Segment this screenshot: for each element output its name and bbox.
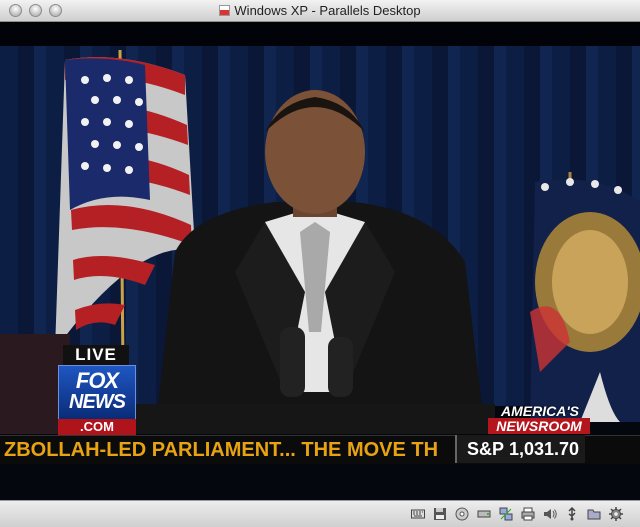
show-title-line1: AMERICA'S bbox=[501, 403, 579, 419]
stock-index-label: S&P bbox=[467, 439, 505, 459]
americas-newsroom-logo: AMERICA'S NEWSROOM bbox=[485, 403, 595, 435]
shared-folder-icon[interactable] bbox=[587, 507, 601, 521]
keyboard-icon[interactable] bbox=[411, 507, 425, 521]
printer-icon[interactable] bbox=[521, 507, 535, 521]
curtain-top-shadow bbox=[0, 22, 640, 46]
gear-icon[interactable] bbox=[609, 507, 623, 521]
fox-news-domain: .COM bbox=[58, 419, 136, 435]
fox-news-logo: FOX NEWS bbox=[58, 365, 136, 420]
floppy-icon[interactable] bbox=[433, 507, 447, 521]
podium bbox=[135, 404, 495, 434]
stock-index-value: 1,031.70 bbox=[509, 439, 580, 459]
network-icon[interactable] bbox=[499, 507, 513, 521]
vm-status-bar bbox=[0, 500, 640, 527]
window-title: Windows XP - Parallels Desktop bbox=[0, 3, 640, 18]
ticker-text: ZBOLLAH-LED PARLIAMENT... THE MOVE TH bbox=[4, 439, 439, 461]
windows-xp-icon bbox=[219, 5, 231, 16]
stock-ticker: S&P 1,031.70 bbox=[455, 435, 585, 463]
window-titlebar[interactable]: Windows XP - Parallels Desktop bbox=[0, 0, 640, 22]
show-title-line2: NEWSROOM bbox=[488, 418, 590, 434]
fox-logo-line2: NEWS bbox=[69, 391, 126, 413]
live-badge: LIVE bbox=[63, 345, 129, 365]
hard-disk-icon[interactable] bbox=[477, 507, 491, 521]
cd-icon[interactable] bbox=[455, 507, 469, 521]
window-title-text: Windows XP - Parallels Desktop bbox=[234, 3, 421, 18]
video-display[interactable]: LIVE FOX NEWS .COM AMERICA'S NEWSROOM ZB… bbox=[0, 22, 640, 500]
speaker-at-podium bbox=[155, 90, 485, 432]
speaker-icon[interactable] bbox=[543, 507, 557, 521]
presidential-seal-flag bbox=[530, 172, 640, 422]
usb-icon[interactable] bbox=[565, 507, 579, 521]
